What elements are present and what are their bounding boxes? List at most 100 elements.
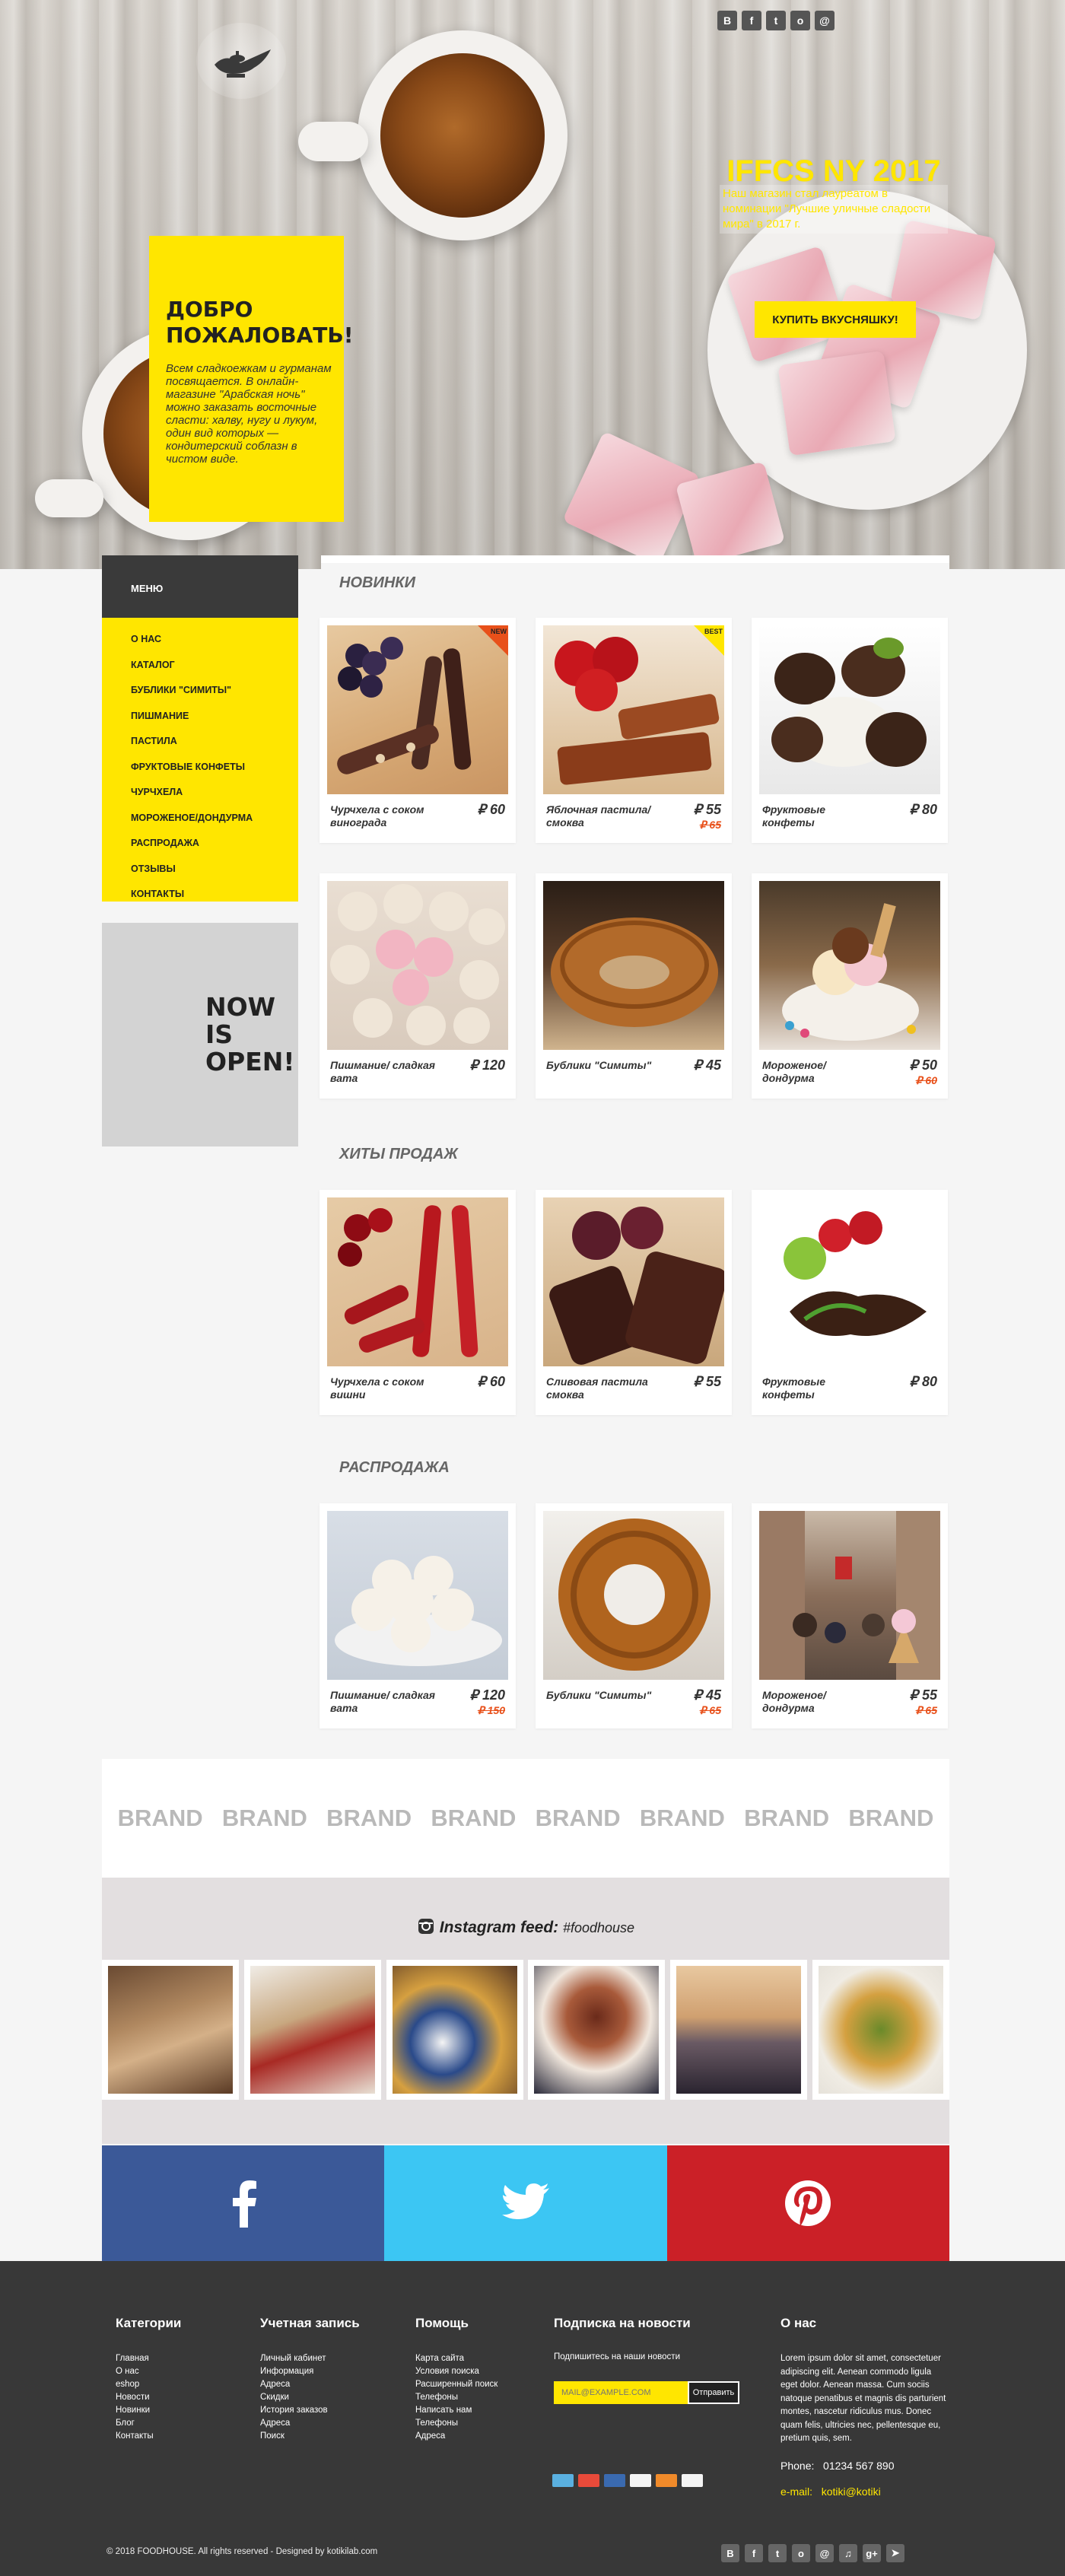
google-plus-icon[interactable]: g+ bbox=[863, 2544, 881, 2562]
footer-link[interactable]: Адреса bbox=[415, 2430, 498, 2443]
footer-link[interactable]: Телефоны bbox=[415, 2391, 498, 2404]
footer-link[interactable]: eshop bbox=[116, 2378, 181, 2391]
menu-item-pastila[interactable]: ПАСТИЛА bbox=[102, 729, 298, 755]
site-logo[interactable] bbox=[196, 23, 286, 99]
footer-link[interactable]: Блог bbox=[116, 2417, 181, 2430]
brand-logo[interactable]: BRAND bbox=[222, 1805, 307, 1832]
email-field[interactable] bbox=[554, 2381, 688, 2404]
facebook-icon[interactable]: f bbox=[742, 11, 761, 30]
spice-market-photo bbox=[534, 1966, 660, 2094]
lastfm-icon[interactable]: ♫ bbox=[839, 2544, 857, 2562]
product-name[interactable]: Пишмание/ сладкая вата bbox=[330, 1059, 444, 1085]
product-name[interactable]: Фруктовые конфеты bbox=[762, 803, 876, 829]
menu-item-contacts[interactable]: КОНТАКТЫ bbox=[102, 882, 298, 908]
footer-link[interactable]: Новинки bbox=[116, 2404, 181, 2417]
product-card[interactable]: Мороженое/ дондурма ₽ 50 ₽ 60 bbox=[752, 873, 948, 1099]
product-card[interactable]: Фруктовые конфеты ₽ 80 bbox=[752, 1190, 948, 1415]
brand-logo[interactable]: BRAND bbox=[848, 1805, 933, 1832]
product-name[interactable]: Бублики "Симиты" bbox=[546, 1689, 660, 1702]
twitter-share[interactable] bbox=[384, 2145, 667, 2261]
vk-icon[interactable]: В bbox=[717, 11, 737, 30]
product-card[interactable]: Пишмание/ сладкая вата ₽ 120 ₽ 150 bbox=[320, 1503, 516, 1728]
product-card[interactable]: Пишмание/ сладкая вата ₽ 120 bbox=[320, 873, 516, 1099]
twitter-icon[interactable]: t bbox=[768, 2544, 787, 2562]
menu-item-simit[interactable]: БУБЛИКИ "СИМИТЫ" bbox=[102, 678, 298, 704]
product-name[interactable]: Фруктовые конфеты bbox=[762, 1375, 876, 1401]
footer-link[interactable]: Условия поиска bbox=[415, 2365, 498, 2378]
footer-link[interactable]: Информация bbox=[260, 2365, 360, 2378]
footer-link[interactable]: История заказов bbox=[260, 2404, 360, 2417]
email-link[interactable]: kotiki@kotiki bbox=[822, 2485, 881, 2498]
product-name[interactable]: Чурчхела с соком винограда bbox=[330, 803, 444, 829]
twitter-icon[interactable]: t bbox=[766, 11, 786, 30]
product-name[interactable]: Бублики "Симиты" bbox=[546, 1059, 660, 1072]
instagram-photo[interactable] bbox=[243, 1960, 381, 2100]
brand-logo[interactable]: BRAND bbox=[640, 1805, 725, 1832]
product-card[interactable]: Бублики "Симиты" ₽ 45 ₽ 65 bbox=[536, 1503, 732, 1728]
vk-icon[interactable]: В bbox=[721, 2544, 739, 2562]
pishmaniye-sale-image bbox=[327, 1511, 508, 1680]
footer-link[interactable]: Новости bbox=[116, 2391, 181, 2404]
product-name[interactable]: Яблочная пастила/ смоква bbox=[546, 803, 660, 829]
brand-logo[interactable]: BRAND bbox=[536, 1805, 621, 1832]
menu-item-churchkhela[interactable]: ЧУРЧХЕЛА bbox=[102, 780, 298, 806]
product-card[interactable]: Фруктовые конфеты ₽ 80 bbox=[752, 618, 948, 843]
product-name[interactable]: Сливовая пастила смоква bbox=[546, 1375, 660, 1401]
footer-link[interactable]: Написать нам bbox=[415, 2404, 498, 2417]
footer-link[interactable]: Контакты bbox=[116, 2430, 181, 2443]
pinterest-share[interactable] bbox=[666, 2145, 949, 2261]
instagram-photo[interactable] bbox=[102, 1960, 239, 2100]
brand-logo[interactable]: BRAND bbox=[744, 1805, 829, 1832]
open-sign-line: NOW bbox=[205, 992, 276, 1022]
footer-link[interactable]: О нас bbox=[116, 2365, 181, 2378]
footer-link[interactable]: Главная bbox=[116, 2352, 181, 2365]
footer-link[interactable]: Скидки bbox=[260, 2391, 360, 2404]
footer-link[interactable]: Личный кабинет bbox=[260, 2352, 360, 2365]
menu-item-ice-cream[interactable]: МОРОЖЕНОЕ/ДОНДУРМА bbox=[102, 806, 298, 832]
product-name[interactable]: Мороженое/ дондурма bbox=[762, 1689, 876, 1715]
menu-item-sale[interactable]: РАСПРОДАЖА bbox=[102, 831, 298, 857]
product-card[interactable]: Сливовая пастила смоква ₽ 55 bbox=[536, 1190, 732, 1415]
instagram-photo[interactable] bbox=[670, 1960, 808, 2100]
product-price: ₽ 55 ₽ 65 bbox=[909, 1687, 937, 1716]
instagram-photo[interactable] bbox=[528, 1960, 666, 2100]
buy-button[interactable]: КУПИТЬ ВКУСНЯШКУ! bbox=[755, 301, 916, 338]
menu-item-reviews[interactable]: ОТЗЫВЫ bbox=[102, 857, 298, 883]
menu-item-fruit-candy[interactable]: ФРУКТОВЫЕ КОНФЕТЫ bbox=[102, 755, 298, 781]
email-icon[interactable]: @ bbox=[815, 11, 835, 30]
brand-logo[interactable]: BRAND bbox=[326, 1805, 412, 1832]
lokum-piece bbox=[777, 350, 896, 456]
subscribe-button[interactable]: Отправить bbox=[688, 2381, 739, 2404]
product-name[interactable]: Мороженое/ дондурма bbox=[762, 1059, 876, 1085]
telegram-icon[interactable]: ➤ bbox=[886, 2544, 904, 2562]
product-card[interactable]: Бублики "Симиты" ₽ 45 bbox=[536, 873, 732, 1099]
menu-item-catalog[interactable]: КАТАЛОГ bbox=[102, 653, 298, 679]
menu-item-about[interactable]: О НАС bbox=[102, 627, 298, 653]
brand-logo[interactable]: BRAND bbox=[118, 1805, 203, 1832]
product-card[interactable]: BEST Яблочная пастила/ смоква ₽ 55 ₽ 65 bbox=[536, 618, 732, 843]
instagram-photo[interactable] bbox=[386, 1960, 523, 2100]
odnoklassniki-icon[interactable]: o bbox=[790, 11, 810, 30]
instagram-photo[interactable] bbox=[812, 1960, 949, 2100]
footer-link[interactable]: Поиск bbox=[260, 2430, 360, 2443]
phone-label: Phone: bbox=[780, 2459, 815, 2472]
old-price: ₽ 65 bbox=[915, 1704, 937, 1716]
visa-icon bbox=[682, 2474, 703, 2487]
footer-link[interactable]: Адреса bbox=[260, 2417, 360, 2430]
email-icon[interactable]: @ bbox=[815, 2544, 834, 2562]
product-card[interactable]: Чурчхела с соком вишни ₽ 60 bbox=[320, 1190, 516, 1415]
facebook-share[interactable] bbox=[102, 2145, 385, 2261]
odnoklassniki-icon[interactable]: o bbox=[792, 2544, 810, 2562]
footer-link[interactable]: Телефоны bbox=[415, 2417, 498, 2430]
footer-link[interactable]: Адреса bbox=[260, 2378, 360, 2391]
footer-link[interactable]: Расширенный поиск bbox=[415, 2378, 498, 2391]
footer-link[interactable]: Карта сайта bbox=[415, 2352, 498, 2365]
facebook-icon[interactable]: f bbox=[745, 2544, 763, 2562]
menu-item-pishmaniye[interactable]: ПИШМАНИЕ bbox=[102, 704, 298, 730]
product-card[interactable]: NEW Чурчхела с соком винограда ₽ 60 bbox=[320, 618, 516, 843]
brand-logo[interactable]: BRAND bbox=[431, 1805, 516, 1832]
product-name[interactable]: Пишмание/ сладкая вата bbox=[330, 1689, 444, 1715]
product-card[interactable]: Мороженое/ дондурма ₽ 55 ₽ 65 bbox=[752, 1503, 948, 1728]
product-name[interactable]: Чурчхела с соком вишни bbox=[330, 1375, 444, 1401]
phone-number[interactable]: 01234 567 890 bbox=[823, 2460, 894, 2472]
